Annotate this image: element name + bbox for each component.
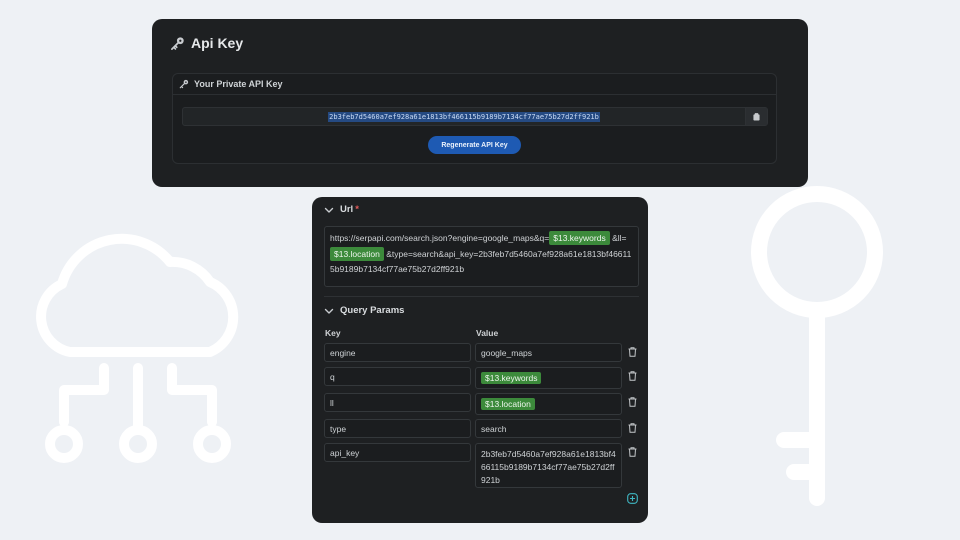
- plus-circle-icon[interactable]: [627, 493, 638, 504]
- trash-icon[interactable]: [628, 347, 637, 357]
- variable-pill[interactable]: $13.keywords: [481, 372, 542, 384]
- param-key-input[interactable]: type: [324, 419, 471, 438]
- chevron-down-icon: [324, 207, 334, 213]
- private-key-card-header: Your Private API Key: [173, 74, 776, 95]
- variable-pill[interactable]: $13.location: [481, 398, 535, 410]
- url-input[interactable]: https://serpapi.com/search.json?engine=g…: [324, 226, 639, 287]
- trash-icon[interactable]: [628, 371, 637, 381]
- param-value-text: search: [481, 423, 507, 434]
- key-icon: [179, 79, 189, 89]
- large-key-icon: [751, 186, 883, 506]
- param-key-input[interactable]: q: [324, 367, 471, 386]
- url-config-panel: Url * https://serpapi.com/search.json?eng…: [312, 197, 648, 523]
- copy-icon: [753, 112, 760, 120]
- key-icon: [171, 36, 184, 50]
- api-key-panel-title: Api Key: [170, 35, 243, 51]
- query-params-title: Query Params: [340, 305, 405, 316]
- param-value-input[interactable]: 2b3feb7d5460a7ef928a61e1813bf466115b9189…: [475, 443, 622, 488]
- api-key-value-area[interactable]: 2b3feb7d5460a7ef928a61e1813bf466115b9189…: [183, 108, 745, 125]
- param-key-input[interactable]: engine: [324, 343, 471, 362]
- trash-icon[interactable]: [628, 397, 637, 407]
- divider: [324, 296, 639, 297]
- regenerate-api-key-button[interactable]: Regenerate API Key: [428, 136, 521, 154]
- variable-pill[interactable]: $13.keywords: [549, 231, 610, 245]
- api-key-value[interactable]: 2b3feb7d5460a7ef928a61e1813bf466115b9189…: [328, 111, 600, 122]
- private-key-card: Your Private API Key 2b3feb7d5460a7ef928…: [172, 73, 777, 164]
- trash-icon[interactable]: [628, 423, 637, 433]
- page-title: Api Key: [191, 35, 244, 51]
- card-heading: Your Private API Key: [194, 79, 283, 89]
- url-section-title: Url: [340, 204, 354, 215]
- param-value-input[interactable]: $13.keywords: [475, 367, 622, 389]
- param-value-input[interactable]: google_maps: [475, 343, 622, 362]
- param-value-text: google_maps: [481, 347, 533, 358]
- url-section-toggle[interactable]: Url *: [324, 204, 359, 215]
- value-column-header: Value: [476, 328, 499, 338]
- required-mark: *: [355, 204, 359, 215]
- api-key-field[interactable]: 2b3feb7d5460a7ef928a61e1813bf466115b9189…: [182, 107, 768, 126]
- param-key-input[interactable]: ll: [324, 393, 471, 412]
- key-column-header: Key: [325, 328, 341, 338]
- query-params-toggle[interactable]: Query Params: [324, 305, 404, 316]
- variable-pill[interactable]: $13.location: [330, 247, 384, 261]
- param-value-text: 2b3feb7d5460a7ef928a61e1813bf466115b9189…: [481, 449, 616, 485]
- chevron-down-icon: [324, 308, 334, 314]
- trash-icon[interactable]: [628, 447, 637, 457]
- api-key-panel: Api Key Your Private API Key 2b3feb7d546…: [152, 19, 808, 187]
- cloud-network-icon: [36, 233, 239, 463]
- param-value-input[interactable]: search: [475, 419, 622, 438]
- url-text-segment: &ll=: [609, 233, 627, 243]
- param-key-input[interactable]: api_key: [324, 443, 471, 462]
- url-text-segment: https://serpapi.com/search.json?engine=g…: [330, 233, 550, 243]
- param-value-input[interactable]: $13.location: [475, 393, 622, 415]
- copy-button[interactable]: [745, 108, 767, 125]
